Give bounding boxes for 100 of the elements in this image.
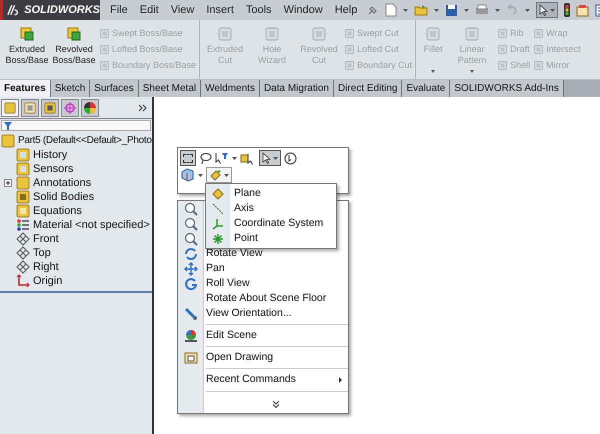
box-select-button[interactable] [180,150,196,166]
logo-text: SOLIDWORKS [24,2,100,18]
pin-icon[interactable] [367,4,380,16]
ribbon-tab[interactable]: Sketch [50,80,90,97]
tool-icon [311,26,328,42]
part-icon [4,102,16,114]
ribbon-button[interactable]: Revolved Boss/Base [52,20,96,79]
caret-icon [525,8,530,12]
menu-item[interactable]: Window [284,2,323,18]
tree-item[interactable]: Front [33,230,59,248]
ribbon-tab[interactable]: Evaluate [402,80,450,97]
axis-icon [212,202,224,214]
tree-item[interactable]: Origin [33,272,62,290]
tool-icon [264,26,280,42]
new-document-icon[interactable] [385,3,398,17]
menu-item[interactable]: Edit Scene [178,328,348,343]
lasso-icon[interactable] [199,152,212,164]
traffic-light-icon[interactable] [564,3,570,17]
menu-item[interactable]: File [110,2,128,18]
drawing-icon [184,350,198,364]
menu-item[interactable]: Edit [140,2,159,18]
caret-icon [495,8,500,12]
chevron-down-icon [273,400,279,408]
menu-item[interactable]: Point [206,231,336,246]
print-icon[interactable] [475,4,490,16]
feature-tree-tab[interactable] [1,98,19,116]
menu-item[interactable]: Pan [178,261,348,276]
menu-item[interactable]: Open Drawing [178,350,348,365]
ribbon-tab[interactable]: SOLIDWORKS Add-Ins [450,80,564,97]
tool-icon [344,60,356,71]
tree-item[interactable]: Annotations [33,174,92,192]
property-tab[interactable] [21,98,39,116]
menu-item[interactable]: Help [334,2,358,18]
select-other-icon[interactable] [240,152,256,164]
menu-item[interactable]: Tools [246,2,272,18]
ribbon-tab[interactable]: Weldments [201,80,260,97]
ds-logo-icon [7,4,20,16]
view-cube-icon[interactable] [180,168,195,182]
ribbon-tab[interactable]: Features [0,80,51,97]
menu-item[interactable]: Insert [206,2,234,18]
menu-item[interactable]: View Orientation... [178,306,348,321]
filter-field[interactable] [1,120,151,131]
clock-pointer-icon[interactable] [284,152,297,164]
ribbon-tab[interactable]: Sheet Metal [138,80,202,97]
color-wheel-icon [84,102,96,114]
pointer-icon [262,152,271,164]
point-icon [213,234,223,244]
tree-item[interactable]: Top [33,244,51,262]
zoom-icon [184,202,198,216]
tool-icon [497,60,508,71]
menu-item[interactable]: Roll View [178,276,348,291]
submenu-item[interactable]: Recent Commands [178,372,348,388]
ribbon-tab[interactable]: Direct Editing [334,80,402,97]
caret-icon [273,156,278,160]
zoom-icon [184,216,198,230]
plane-icon [16,246,30,260]
zoom-icon [184,232,198,246]
filter-pointer-icon[interactable] [215,152,229,164]
tool-icon [533,60,544,71]
tool-icon [99,60,110,71]
tool-icon [464,26,480,42]
configuration-tab[interactable] [41,98,59,116]
tool-icon [425,26,442,42]
options-icon[interactable] [576,4,590,16]
menu-item[interactable]: Rotate About Scene Floor [178,291,348,306]
tool-icon [497,28,508,39]
menu-item[interactable]: Plane [206,186,336,201]
display-tab[interactable] [81,98,99,116]
menu-item[interactable]: Axis [206,201,336,216]
caret-icon [464,8,470,12]
menu-item[interactable]: Rotate View [178,246,348,261]
tree-item[interactable]: Sensors [33,160,74,178]
scene-icon [184,328,198,342]
boss-base-icon [66,26,82,42]
pan-icon [184,262,198,276]
tree-item[interactable]: Right [33,258,59,276]
menu-item[interactable]: Coordinate System [206,216,336,231]
tree-item[interactable]: Material <not specified> [33,216,150,234]
roll-icon [184,276,198,290]
tree-item[interactable]: Equations [33,202,82,220]
ribbon-button[interactable]: Extruded Boss/Base [5,20,49,79]
select-button[interactable] [536,2,558,18]
save-icon[interactable] [445,4,458,16]
menu-item[interactable]: View [170,2,194,18]
view-orientation-icon [184,306,198,320]
tool-icon [533,44,544,55]
sparkle-plane-icon [209,168,222,182]
select-button[interactable] [259,150,281,166]
expand-icon[interactable] [4,179,12,187]
caret-icon [403,8,408,12]
part-name[interactable]: Part5 (Default<<Default>_Photo [18,134,152,148]
tool-icon [99,28,110,39]
ribbon-tab[interactable]: Surfaces [90,80,139,97]
boss-base-icon [19,26,35,42]
chevron-right-icon[interactable] [139,104,147,112]
filter-icon [4,122,12,130]
ribbon-tab[interactable]: Data Migration [260,80,334,97]
reference-geometry-button[interactable] [206,167,232,183]
tree-item[interactable]: Solid Bodies [33,188,94,206]
tree-item[interactable]: History [33,146,68,164]
